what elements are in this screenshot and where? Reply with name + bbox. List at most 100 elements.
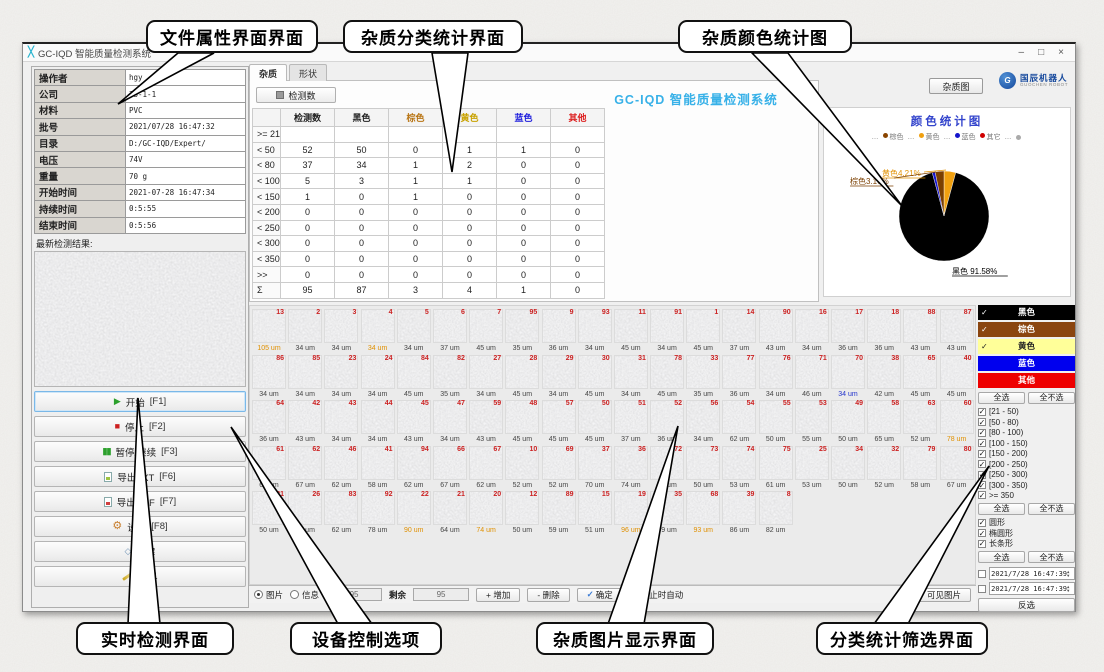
impurity-thumbnail[interactable]: 1996 um: [614, 491, 648, 535]
control-button-pen[interactable]: 清料: [34, 566, 246, 587]
detection-count-button[interactable]: 检测数: [256, 87, 336, 103]
control-button-stop[interactable]: ■停止[F2]: [34, 416, 246, 437]
impurity-thumbnail[interactable]: 2662 um: [288, 491, 322, 535]
impurity-thumbnail[interactable]: 8067 um: [940, 446, 974, 490]
size-range-checkbox[interactable]: ✓[50 - 80): [978, 417, 1075, 427]
impurity-thumbnail[interactable]: 7736 um: [722, 355, 756, 399]
impurity-thumbnail[interactable]: 5355 um: [795, 400, 829, 444]
impurity-thumbnail[interactable]: 4950 um: [831, 400, 865, 444]
add-button[interactable]: + 增加: [476, 588, 520, 602]
size-range-checkbox[interactable]: ✓[80 - 100): [978, 428, 1075, 438]
impurity-thumbnail[interactable]: 6667 um: [433, 446, 467, 490]
impurity-thumbnail[interactable]: 8959 um: [542, 491, 576, 535]
impurity-thumbnail[interactable]: 7146 um: [795, 355, 829, 399]
impurity-thumbnail[interactable]: 9535 um: [505, 309, 539, 353]
impurity-thumbnail[interactable]: 8534 um: [288, 355, 322, 399]
control-button-pdf[interactable]: 导出PDF[F7]: [34, 491, 246, 512]
impurity-thumbnail[interactable]: 9278 um: [361, 491, 395, 535]
impurity-thumbnail[interactable]: 6545 um: [903, 355, 937, 399]
impurity-thumbnail[interactable]: 8362 um: [324, 491, 358, 535]
impurity-thumbnail[interactable]: 3045 um: [578, 355, 612, 399]
confirm-button[interactable]: ✓确定: [577, 588, 623, 602]
impurity-thumbnail[interactable]: 1250 um: [505, 491, 539, 535]
impurity-thumbnail[interactable]: 1836 um: [867, 309, 901, 353]
impurity-thumbnail[interactable]: 9334 um: [578, 309, 612, 353]
impurity-thumbnail[interactable]: 4045 um: [940, 355, 974, 399]
impurity-thumbnail[interactable]: 3599 um: [650, 491, 684, 535]
impurity-thumbnail[interactable]: 2434 um: [361, 355, 395, 399]
impurity-thumbnail[interactable]: 2290 um: [397, 491, 431, 535]
impurity-thumbnail[interactable]: 2074 um: [469, 491, 503, 535]
select-all-button[interactable]: 全选: [978, 551, 1025, 563]
impurity-thumbnail[interactable]: 5943 um: [469, 400, 503, 444]
impurity-thumbnail[interactable]: 7350 um: [686, 446, 720, 490]
impurity-thumbnail[interactable]: 5236 um: [650, 400, 684, 444]
color-filter-其他[interactable]: 其他: [978, 373, 1075, 388]
impurity-thumbnail[interactable]: 7034 um: [831, 355, 865, 399]
color-filter-蓝色[interactable]: 蓝色: [978, 356, 1075, 371]
select-all-button[interactable]: 全选: [978, 392, 1025, 404]
impurity-thumbnail[interactable]: 534 um: [397, 309, 431, 353]
impurity-thumbnail[interactable]: 8235 um: [433, 355, 467, 399]
shape-checkbox-圆形[interactable]: ✓圆形: [978, 518, 1075, 529]
date-spinner[interactable]: 2021/7/28 16:47:39▲▼: [989, 567, 1075, 580]
size-range-checkbox[interactable]: ✓[150 - 200): [978, 448, 1075, 458]
impurity-thumbnail[interactable]: 637 um: [433, 309, 467, 353]
impurity-thumbnail[interactable]: 2334 um: [324, 355, 358, 399]
impurity-thumbnail[interactable]: 5550 um: [759, 400, 793, 444]
impurity-thumbnail[interactable]: 6952 um: [542, 446, 576, 490]
impurity-thumbnail[interactable]: 9134 um: [650, 309, 684, 353]
impurity-thumbnail[interactable]: 3986 um: [722, 491, 756, 535]
impurity-thumbnail[interactable]: 7561 um: [759, 446, 793, 490]
radio-image[interactable]: 图片: [254, 589, 283, 601]
impurity-thumbnail[interactable]: 3335 um: [686, 355, 720, 399]
select-none-button[interactable]: 全不选: [1028, 503, 1075, 515]
size-range-checkbox[interactable]: ✓[200 - 250): [978, 459, 1075, 469]
impurity-thumbnail[interactable]: 4334 um: [324, 400, 358, 444]
impurity-thumbnail[interactable]: 1634 um: [795, 309, 829, 353]
impurity-thumbnail[interactable]: 7634 um: [759, 355, 793, 399]
impurity-thumbnail[interactable]: 5137 um: [614, 400, 648, 444]
impurity-thumbnail[interactable]: 745 um: [469, 309, 503, 353]
impurity-thumbnail[interactable]: 5865 um: [867, 400, 901, 444]
impurity-thumbnail[interactable]: 2845 um: [505, 355, 539, 399]
checkbox-icon[interactable]: [978, 570, 986, 578]
impurity-thumbnail[interactable]: 434 um: [361, 309, 395, 353]
invert-selection-button[interactable]: 反选: [978, 598, 1075, 612]
impurity-thumbnail[interactable]: 2734 um: [469, 355, 503, 399]
impurity-thumbnail[interactable]: 1052 um: [505, 446, 539, 490]
impurity-thumbnail[interactable]: 7453 um: [722, 446, 756, 490]
impurity-thumbnail[interactable]: 4243 um: [288, 400, 322, 444]
impurity-thumbnail[interactable]: 1437 um: [722, 309, 756, 353]
remaining-input[interactable]: [413, 588, 469, 601]
impurity-thumbnail[interactable]: 4158 um: [361, 446, 395, 490]
impurity-thumbnail[interactable]: 4734 um: [433, 400, 467, 444]
impurity-thumbnail[interactable]: 1145 um: [614, 309, 648, 353]
close-button[interactable]: ×: [1058, 47, 1064, 58]
impurity-thumbnail[interactable]: 3134 um: [614, 355, 648, 399]
shape-checkbox-椭圆形[interactable]: ✓椭圆形: [978, 528, 1075, 539]
visible-images-button[interactable]: 可见图片: [917, 588, 971, 602]
impurity-thumbnail[interactable]: 3842 um: [867, 355, 901, 399]
size-range-checkbox[interactable]: ✓>= 350: [978, 490, 1075, 500]
count-input[interactable]: [326, 588, 382, 601]
control-button-fs[interactable]: ◇全屏: [34, 541, 246, 562]
impurity-thumbnail[interactable]: 8743 um: [940, 309, 974, 353]
color-filter-黄色[interactable]: ✓黄色: [978, 339, 1075, 354]
impurity-thumbnail[interactable]: 4543 um: [397, 400, 431, 444]
impurity-thumbnail[interactable]: 7252 um: [650, 446, 684, 490]
impurity-thumbnail[interactable]: 2934 um: [542, 355, 576, 399]
impurity-thumbnail[interactable]: 6164 um: [252, 446, 286, 490]
impurity-thumbnail[interactable]: 6352 um: [903, 400, 937, 444]
impurity-thumbnail[interactable]: 5745 um: [542, 400, 576, 444]
impurity-thumbnail[interactable]: 1551 um: [578, 491, 612, 535]
select-none-button[interactable]: 全不选: [1028, 392, 1075, 404]
impurity-thumbnail[interactable]: 6436 um: [252, 400, 286, 444]
tab-impurity[interactable]: 杂质: [249, 64, 287, 81]
impurity-thumbnail[interactable]: 6267 um: [288, 446, 322, 490]
impurity-thumbnail[interactable]: 5045 um: [578, 400, 612, 444]
impurity-thumbnail[interactable]: 6762 um: [469, 446, 503, 490]
impurity-thumbnail[interactable]: 4434 um: [361, 400, 395, 444]
size-range-checkbox[interactable]: ✓[100 - 150): [978, 438, 1075, 448]
control-button-txt[interactable]: 导出TXT[F6]: [34, 466, 246, 487]
